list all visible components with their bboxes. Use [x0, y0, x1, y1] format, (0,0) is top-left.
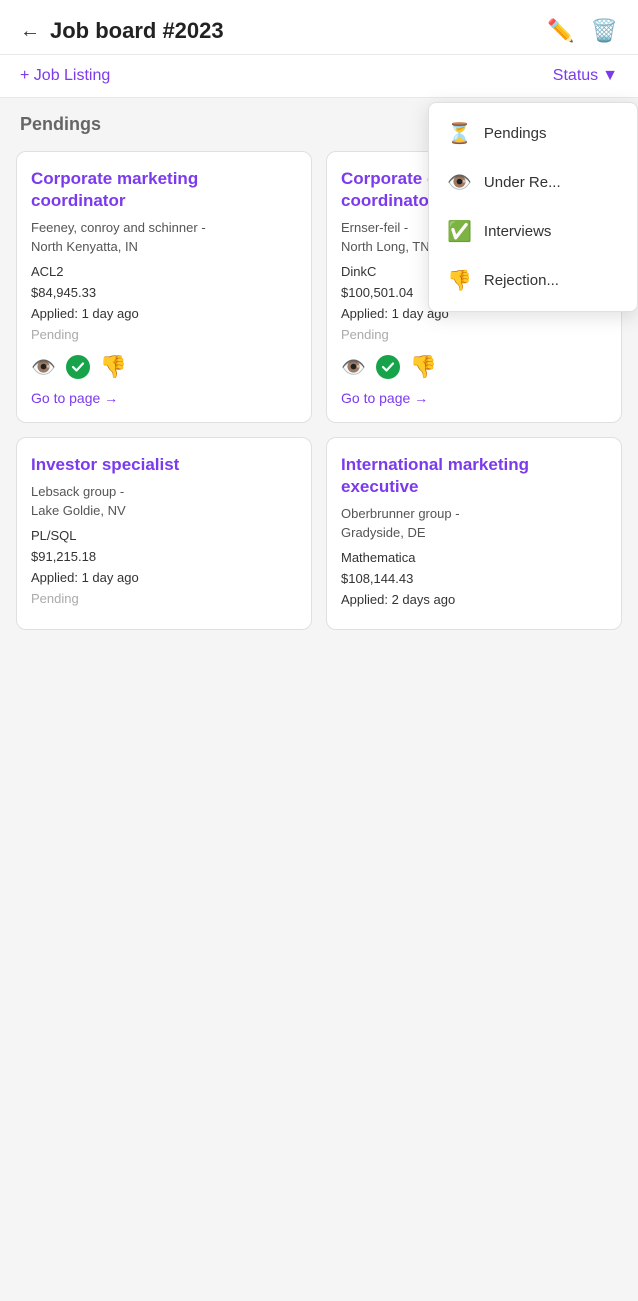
hourglass-icon: ⏳	[447, 121, 472, 146]
card-0-location: North Kenyatta, IN	[31, 239, 297, 254]
back-button[interactable]: ←	[20, 20, 40, 43]
header-icons: ✏️ 🗑️	[547, 18, 618, 44]
card-2-applied: Applied: 1 day ago	[31, 570, 297, 585]
header: ← Job board #2023 ✏️ 🗑️	[0, 0, 638, 55]
card-0-go-to-page[interactable]: Go to page →	[31, 390, 297, 406]
status-dropdown-button[interactable]: Status ▼	[553, 67, 618, 85]
job-listing-button[interactable]: + Job Listing	[20, 67, 110, 85]
dropdown-label-under-review: Under Re...	[484, 174, 561, 191]
card-1-check-icon[interactable]	[376, 355, 400, 379]
card-0-applied: Applied: 1 day ago	[31, 306, 297, 321]
chevron-down-icon: ▼	[602, 67, 618, 85]
card-1-review-icon[interactable]: 👁️	[341, 355, 366, 380]
card-0-check-icon[interactable]	[66, 355, 90, 379]
card-1-reject-icon[interactable]: 👎	[410, 354, 437, 380]
card-2-status: Pending	[31, 591, 297, 606]
card-0-status: Pending	[31, 327, 297, 342]
dropdown-item-pendings[interactable]: ⏳ Pendings	[429, 109, 637, 158]
card-3-skill: Mathematica	[341, 550, 607, 565]
page-title: Job board #2023	[50, 18, 547, 44]
card-3-location: Gradyside, DE	[341, 525, 607, 540]
card-0-reject-icon[interactable]: 👎	[100, 354, 127, 380]
dropdown-item-under-review[interactable]: 👁️ Under Re...	[429, 158, 637, 207]
card-1-status: Pending	[341, 327, 607, 342]
eye-icon: 👁️	[447, 170, 472, 195]
job-card-2: Investor specialist Lebsack group - Lake…	[16, 437, 312, 630]
card-3-salary: $108,144.43	[341, 571, 607, 586]
dropdown-label-interviews: Interviews	[484, 223, 552, 240]
card-0-skill: ACL2	[31, 264, 297, 279]
card-0-title: Corporate marketing coordinator	[31, 168, 297, 212]
card-2-skill: PL/SQL	[31, 528, 297, 543]
dropdown-label-pendings: Pendings	[484, 125, 547, 142]
dropdown-item-rejections[interactable]: 👎 Rejection...	[429, 256, 637, 305]
card-1-actions: 👁️ 👎	[341, 354, 607, 380]
dropdown-label-rejections: Rejection...	[484, 272, 559, 289]
check-circle-icon: ✅	[447, 219, 472, 244]
card-2-location: Lake Goldie, NV	[31, 503, 297, 518]
card-0-review-icon[interactable]: 👁️	[31, 355, 56, 380]
card-2-company: Lebsack group -	[31, 484, 297, 499]
card-0-company: Feeney, conroy and schinner -	[31, 220, 297, 235]
card-1-go-to-page[interactable]: Go to page →	[341, 390, 607, 406]
edit-icon[interactable]: ✏️	[547, 18, 574, 44]
thumbs-down-icon: 👎	[447, 268, 472, 293]
job-card-3: International marketing executive Oberbr…	[326, 437, 622, 630]
card-2-title: Investor specialist	[31, 454, 297, 476]
card-0-actions: 👁️ 👎	[31, 354, 297, 380]
status-dropdown-menu: ⏳ Pendings 👁️ Under Re... ✅ Interviews 👎…	[428, 102, 638, 312]
card-3-title: International marketing executive	[341, 454, 607, 498]
delete-icon[interactable]: 🗑️	[591, 18, 618, 44]
card-3-company: Oberbrunner group -	[341, 506, 607, 521]
job-card-0: Corporate marketing coordinator Feeney, …	[16, 151, 312, 423]
card-0-salary: $84,945.33	[31, 285, 297, 300]
dropdown-item-interviews[interactable]: ✅ Interviews	[429, 207, 637, 256]
toolbar: + Job Listing Status ▼	[0, 55, 638, 98]
card-3-applied: Applied: 2 days ago	[341, 592, 607, 607]
card-2-salary: $91,215.18	[31, 549, 297, 564]
